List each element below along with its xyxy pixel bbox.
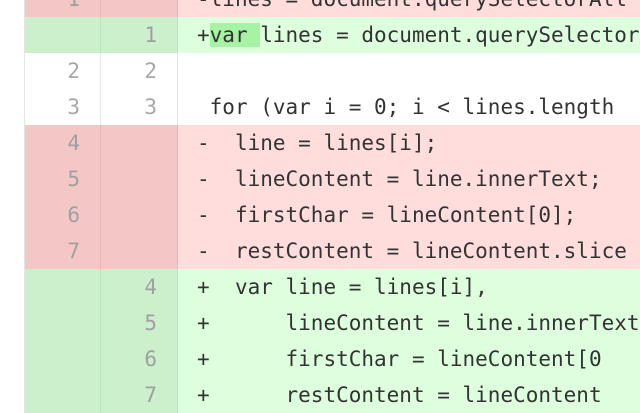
- code-text: firstChar = lineContent[0: [209, 347, 602, 371]
- code-text: firstChar = lineContent[0];: [209, 203, 577, 227]
- added-word-highlight: var: [209, 23, 261, 47]
- diff-row-context: 3 3 for (var i = 0; i < lines.length: [25, 89, 640, 125]
- old-line-number: 2: [25, 53, 101, 89]
- diff-row-added: 4 + var line = lines[i],: [25, 269, 640, 305]
- diff-marker: -: [197, 203, 210, 227]
- code-line: - lineContent = line.innerText;: [178, 161, 640, 197]
- diff-marker: +: [197, 23, 210, 47]
- old-line-number: 4: [25, 125, 101, 161]
- diff-marker: -: [197, 0, 210, 11]
- code-text: lineContent = line.innerText;: [209, 167, 602, 191]
- diff-view: 1 -lines = document.querySelectorAll 1 +…: [0, 0, 640, 413]
- code-text: restContent = lineContent: [209, 383, 602, 407]
- code-line: for (var i = 0; i < lines.length: [178, 89, 640, 125]
- diff-row-deleted: 5 - lineContent = line.innerText;: [25, 161, 640, 197]
- old-line-number: [25, 377, 101, 413]
- new-line-number: [101, 197, 178, 233]
- new-line-number: [101, 125, 178, 161]
- new-line-number: 1: [101, 17, 178, 53]
- code-line: + restContent = lineContent: [178, 377, 640, 413]
- new-line-number: 2: [101, 53, 178, 89]
- old-line-number: [25, 269, 101, 305]
- diff-row-deleted: 6 - firstChar = lineContent[0];: [25, 197, 640, 233]
- old-line-number: 5: [25, 161, 101, 197]
- code-line: + firstChar = lineContent[0: [178, 341, 640, 377]
- diff-row-deleted: 1 -lines = document.querySelectorAll: [25, 0, 640, 17]
- code-line: +var lines = document.querySelectorAll: [178, 17, 640, 53]
- diff-row-added: 5 + lineContent = line.innerText: [25, 305, 640, 341]
- code-text: lines = document.querySelectorAll: [260, 23, 640, 47]
- diff-row-deleted: 4 - line = lines[i];: [25, 125, 640, 161]
- new-line-number: [101, 233, 178, 269]
- diff-row-added: 7 + restContent = lineContent: [25, 377, 640, 413]
- new-line-number: 5: [101, 305, 178, 341]
- diff-row-deleted: 7 - restContent = lineContent.slice: [25, 233, 640, 269]
- diff-marker: -: [197, 239, 210, 263]
- new-line-number: [101, 0, 178, 17]
- old-line-number: [25, 305, 101, 341]
- new-line-number: 3: [101, 89, 178, 125]
- diff-row-added: 6 + firstChar = lineContent[0: [25, 341, 640, 377]
- diff-row-added: 1 +var lines = document.querySelectorAll: [25, 17, 640, 53]
- code-line: - line = lines[i];: [178, 125, 640, 161]
- new-line-number: 4: [101, 269, 178, 305]
- code-line: - restContent = lineContent.slice: [178, 233, 640, 269]
- code-text: for (var i = 0; i < lines.length: [209, 95, 615, 119]
- code-line: + var line = lines[i],: [178, 269, 640, 305]
- code-text: line = lines[i];: [209, 131, 438, 155]
- old-line-number: [25, 17, 101, 53]
- code-line: -lines = document.querySelectorAll: [178, 0, 640, 17]
- diff-marker: +: [197, 275, 210, 299]
- code-line: [178, 53, 640, 89]
- diff-marker: [197, 95, 210, 119]
- diff-row-context: 2 2: [25, 53, 640, 89]
- diff-marker: -: [197, 131, 210, 155]
- new-line-number: [101, 161, 178, 197]
- diff-marker: +: [197, 311, 210, 335]
- old-line-number: 7: [25, 233, 101, 269]
- diff-left-gutter: [0, 0, 25, 413]
- old-line-number: 1: [25, 0, 101, 17]
- diff-marker: +: [197, 347, 210, 371]
- old-line-number: 6: [25, 197, 101, 233]
- code-text: lineContent = line.innerText: [209, 311, 640, 335]
- old-line-number: [25, 341, 101, 377]
- code-text: lines = document.querySelectorAll: [210, 0, 627, 11]
- code-text: var line = lines[i],: [209, 275, 488, 299]
- code-line: - firstChar = lineContent[0];: [178, 197, 640, 233]
- old-line-number: 3: [25, 89, 101, 125]
- diff-marker: -: [197, 167, 210, 191]
- code-line: + lineContent = line.innerText: [178, 305, 640, 341]
- diff-marker: +: [197, 383, 210, 407]
- new-line-number: 7: [101, 377, 178, 413]
- code-text: restContent = lineContent.slice: [209, 239, 627, 263]
- diff-marker: [197, 59, 210, 83]
- new-line-number: 6: [101, 341, 178, 377]
